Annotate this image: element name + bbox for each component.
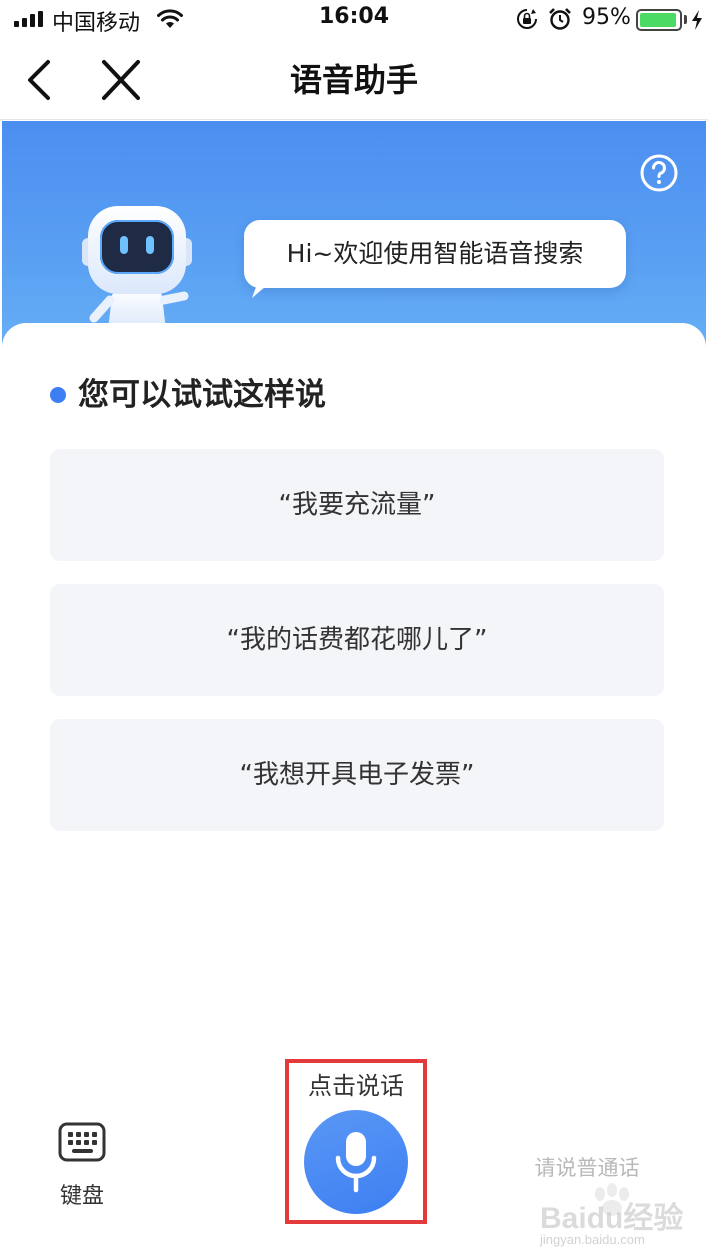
keyboard-label: 键盘 [59, 1184, 104, 1209]
watermark-url: jingyan.baidu.com [540, 1232, 645, 1247]
suggestion-label: “我要充流量” [278, 490, 436, 520]
speak-hint: 点击说话 [308, 1072, 404, 1100]
suggestion-label: “我想开具电子发票” [239, 760, 475, 790]
suggestion-item[interactable]: “我想开具电子发票” [50, 719, 664, 831]
battery-percent: 95% [582, 5, 631, 30]
mandarin-hint: 请说普通话 [534, 1156, 640, 1180]
section-title: 您可以试试这样说 [78, 377, 326, 413]
battery-cap [684, 15, 687, 24]
suggestion-item[interactable]: “我的话费都花哪儿了” [50, 584, 664, 696]
page-title: 语音助手 [289, 61, 418, 99]
suggestion-label: “我的话费都花哪儿了” [226, 625, 488, 655]
keyboard-button[interactable]: 键盘 [46, 1118, 118, 1214]
robot-mascot [82, 206, 192, 330]
status-bar: 中国移动 16:04 95% [0, 0, 708, 40]
charging-icon [692, 10, 702, 30]
alarm-icon [549, 8, 571, 30]
greeting-text: Hi~欢迎使用智能语音搜索 [286, 239, 584, 268]
suggestion-item[interactable]: “我要充流量” [50, 449, 664, 561]
microphone-icon [335, 1132, 377, 1193]
keyboard-icon [58, 1122, 106, 1162]
question-circle-icon[interactable] [638, 152, 680, 194]
nav-bar: 语音助手 [0, 40, 708, 120]
microphone-button[interactable] [304, 1110, 408, 1214]
battery-icon [636, 9, 682, 31]
watermark-brand: Baidu经验 [540, 1202, 684, 1235]
orientation-lock-icon [517, 9, 537, 29]
section-bullet [50, 387, 66, 403]
battery-level [640, 13, 677, 27]
